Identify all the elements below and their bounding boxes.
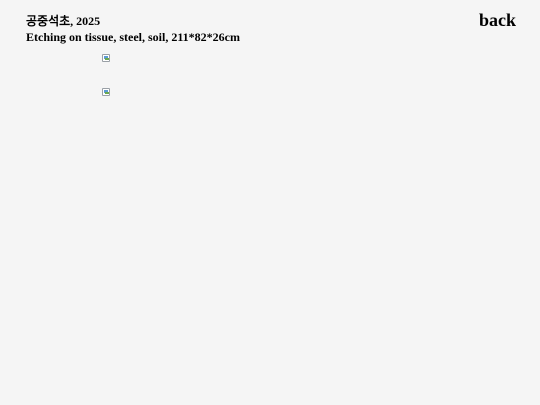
artwork-info: 공중석초, 2025 Etching on tissue, steel, soi… <box>26 13 240 45</box>
broken-image-icon <box>102 88 110 96</box>
broken-image-icon <box>102 54 110 62</box>
back-link[interactable]: back <box>479 9 516 31</box>
artwork-details: Etching on tissue, steel, soil, 211*82*2… <box>26 30 241 44</box>
artwork-title: 공중석초, 2025 <box>26 14 101 28</box>
